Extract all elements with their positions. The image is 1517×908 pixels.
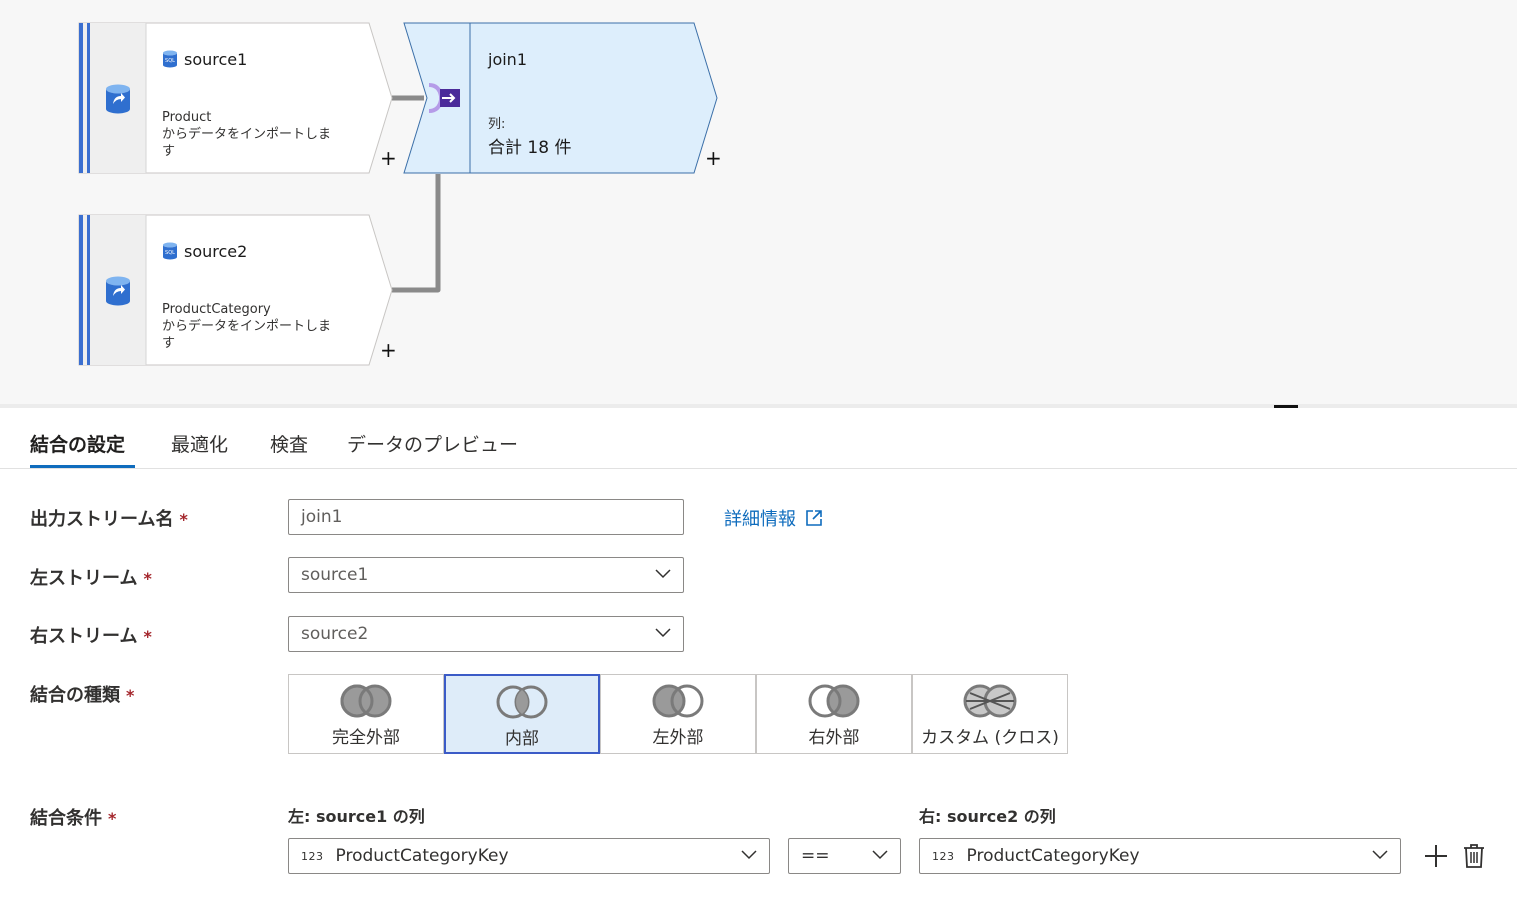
tabs-divider [0, 468, 1517, 469]
svg-text:SQL: SQL [165, 250, 175, 256]
join-type-label-text: 内部 [505, 729, 539, 749]
source1-node[interactable]: SQL source1 Product からデータをインポートしま す + [78, 22, 398, 174]
add-condition-icon[interactable] [1424, 844, 1448, 868]
tab-join-settings[interactable]: 結合の設定 [30, 430, 125, 457]
full-outer-join-icon [340, 684, 392, 718]
output-stream-label: 出力ストリーム名 * [30, 509, 188, 530]
join-type-label: 結合の種類 * [30, 685, 135, 706]
join-type-inner[interactable]: 内部 [444, 674, 600, 754]
external-link-icon [806, 510, 822, 526]
resize-handle[interactable] [1274, 405, 1298, 408]
right-columns-header: 右: source2 の列 [919, 807, 1056, 826]
join-condition-label: 結合条件 * [30, 808, 117, 829]
output-stream-input[interactable]: join1 [288, 499, 684, 535]
source1-description: Product からデータをインポートしま す [162, 110, 332, 159]
join1-columns-count: 合計 18 件 [488, 138, 572, 158]
source-icon [106, 84, 130, 114]
inner-join-icon [496, 685, 548, 719]
sql-database-icon: SQL [163, 50, 177, 68]
chevron-down-icon [741, 850, 757, 860]
right-stream-label: 右ストリーム * [30, 626, 152, 647]
join-type-left-outer[interactable]: 左外部 [600, 674, 756, 754]
sql-database-icon: SQL [163, 242, 177, 260]
chevron-down-icon [872, 850, 888, 860]
delete-condition-icon[interactable] [1463, 843, 1485, 869]
join-type-label-text: 右外部 [808, 728, 860, 748]
more-info-link[interactable]: 詳細情報 [724, 505, 823, 531]
tab-inspect[interactable]: 検査 [270, 430, 308, 457]
source-icon [106, 276, 130, 306]
source1-title: source1 [184, 50, 248, 69]
operator-select[interactable]: == [788, 838, 901, 874]
join-type-label-text: カスタム (クロス) [921, 728, 1059, 748]
source2-add-button[interactable]: + [380, 340, 397, 360]
source2-description: ProductCategory からデータをインポートしま す [162, 302, 332, 351]
join1-node[interactable]: join1 列: 合計 18 件 + [403, 22, 733, 174]
left-column-select[interactable]: 123 ProductCategoryKey [288, 838, 770, 874]
join-type-label-text: 完全外部 [332, 728, 400, 748]
left-stream-select[interactable]: source1 [288, 557, 684, 593]
operator-value: == [801, 846, 830, 866]
more-info-text: 詳細情報 [724, 509, 796, 530]
left-stream-value: source1 [301, 565, 369, 585]
join-type-full-outer[interactable]: 完全外部 [288, 674, 444, 754]
chevron-down-icon [655, 569, 671, 579]
right-column-select[interactable]: 123 ProductCategoryKey [919, 838, 1401, 874]
numeric-type-icon: 123 [301, 849, 324, 863]
tab-data-preview[interactable]: データのプレビュー [347, 430, 518, 457]
right-outer-join-icon [808, 684, 860, 718]
svg-text:SQL: SQL [165, 58, 175, 64]
join1-columns-label: 列: [488, 117, 506, 132]
tab-optimize[interactable]: 最適化 [171, 430, 228, 457]
source2-title: source2 [184, 242, 248, 261]
join-icon [428, 83, 460, 113]
join1-add-button[interactable]: + [705, 148, 722, 168]
join-type-custom-cross[interactable]: カスタム (クロス) [912, 674, 1068, 754]
chevron-down-icon [655, 628, 671, 638]
right-stream-value: source2 [301, 624, 369, 644]
source1-add-button[interactable]: + [380, 148, 397, 168]
left-stream-label: 左ストリーム * [30, 568, 152, 589]
join-type-label-text: 左外部 [652, 728, 704, 748]
left-column-value: ProductCategoryKey [335, 846, 509, 866]
left-outer-join-icon [652, 684, 704, 718]
right-column-value: ProductCategoryKey [966, 846, 1140, 866]
output-stream-value: join1 [301, 507, 343, 527]
chevron-down-icon [1372, 850, 1388, 860]
source2-node[interactable]: SQL source2 ProductCategory からデータをインポートし… [78, 214, 398, 366]
cross-join-icon [963, 684, 1017, 718]
numeric-type-icon: 123 [932, 849, 955, 863]
right-stream-select[interactable]: source2 [288, 616, 684, 652]
join-type-right-outer[interactable]: 右外部 [756, 674, 912, 754]
active-tab-indicator [30, 465, 135, 468]
join1-title: join1 [488, 50, 527, 69]
left-columns-header: 左: source1 の列 [288, 807, 425, 826]
